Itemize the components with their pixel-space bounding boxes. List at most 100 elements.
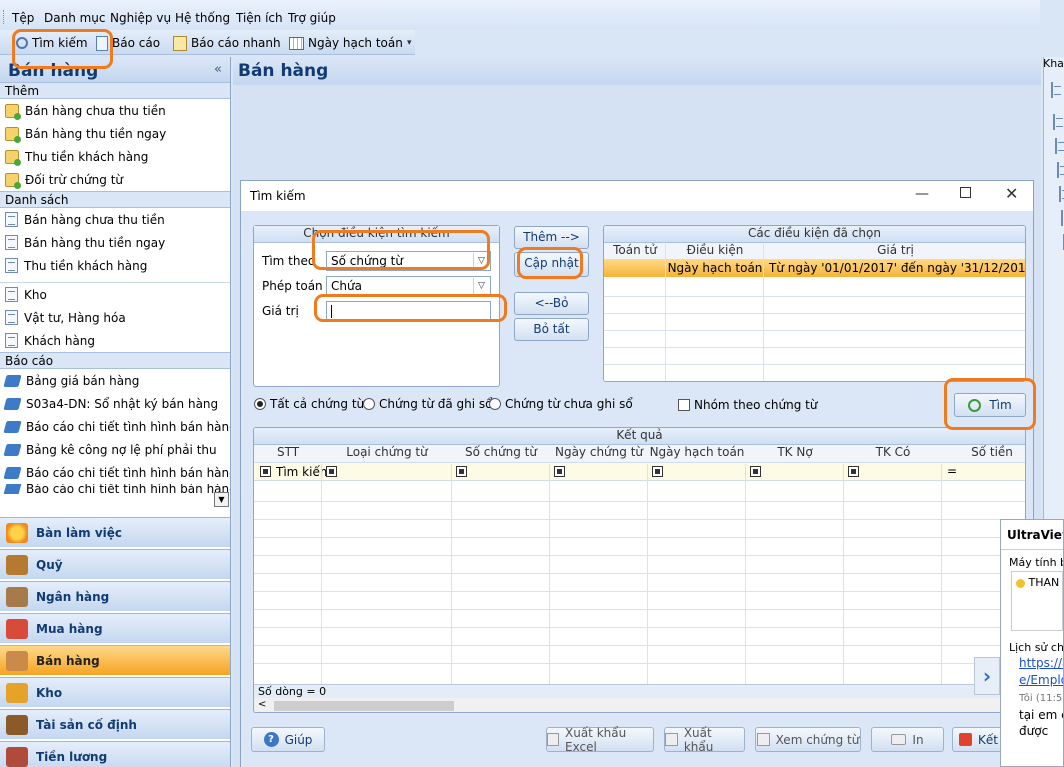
selected-panel-header: Các điều kiện đã chọn xyxy=(604,226,1025,243)
col-stt[interactable]: STT xyxy=(254,445,322,462)
left-item-collect-customer[interactable]: Thu tiền khách hàng xyxy=(0,145,230,168)
document-icon xyxy=(5,310,18,325)
nav-label: Quỹ xyxy=(36,557,63,572)
excel-icon xyxy=(547,733,559,746)
document-icon[interactable] xyxy=(1051,82,1053,98)
help-button[interactable]: ? Giúp xyxy=(251,727,325,752)
radio-unposted-vouchers[interactable]: Chứng từ chưa ghi sổ xyxy=(489,397,633,411)
nav-desk[interactable]: Bàn làm việc xyxy=(0,517,230,547)
export-label: Xuất khẩu xyxy=(683,725,714,754)
collapse-pane-button[interactable]: « xyxy=(214,62,222,77)
radio-all-vouchers[interactable]: Tất cả chứng từ xyxy=(254,397,364,411)
col-condition[interactable]: Điều kiện xyxy=(666,243,764,260)
chevron-down-icon[interactable]: ▽ xyxy=(473,278,489,294)
group-header-add[interactable]: Thêm xyxy=(0,82,230,99)
menu-catalog[interactable]: Danh mục xyxy=(44,11,106,25)
left-report-price-list[interactable]: Bảng giá bán hàng xyxy=(0,369,230,392)
ultraviewer-expand-chevron-icon[interactable]: › xyxy=(974,657,1000,695)
left-report-sales-more[interactable]: Báo cáo chi tiết tình hình bán hàng... xyxy=(0,484,230,494)
col-operator[interactable]: Toán tử xyxy=(604,243,666,260)
menu-grip xyxy=(3,10,6,24)
left-item-label: Bán hàng thu tiền ngay xyxy=(24,235,166,250)
document-icon[interactable] xyxy=(1055,138,1057,154)
filter-icon[interactable] xyxy=(652,466,663,477)
document-icon[interactable] xyxy=(1057,162,1059,178)
left-report-sales-returns[interactable]: Báo cáo chi tiết tình hình bán hàng, trả… xyxy=(0,461,230,484)
report-list-scroll-down[interactable]: ▼ xyxy=(214,492,229,507)
nav-purchase[interactable]: Mua hàng xyxy=(0,613,230,643)
left-list-collect-customer[interactable]: Thu tiền khách hàng xyxy=(0,254,230,277)
menu-help[interactable]: Trợ giúp xyxy=(288,11,336,25)
left-report-sales-detail[interactable]: Báo cáo chi tiết tình hình bán hàng, chi… xyxy=(0,415,230,438)
menu-operations[interactable]: Nghiệp vụ xyxy=(110,11,171,25)
remove-all-button[interactable]: Bỏ tất xyxy=(514,318,589,341)
scrollbar-thumb[interactable] xyxy=(274,701,454,711)
document-icon[interactable] xyxy=(1053,114,1055,130)
menu-file[interactable]: Tệp xyxy=(12,11,34,25)
filter-icon[interactable] xyxy=(456,466,467,477)
col-voucher-date[interactable]: Ngày chứng từ xyxy=(550,445,648,462)
nav-bank[interactable]: Ngân hàng xyxy=(0,581,230,611)
col-value[interactable]: Giá trị xyxy=(764,243,1025,260)
close-icon[interactable]: ✕ xyxy=(1005,184,1018,203)
left-list-customers[interactable]: Khách hàng xyxy=(0,329,230,352)
nav-fixed-assets[interactable]: Tài sản cố định xyxy=(0,709,230,739)
left-report-sales-journal[interactable]: S03a4-DN: Sổ nhật ký bán hàng xyxy=(0,392,230,415)
add-condition-button[interactable]: Thêm --> xyxy=(514,226,589,249)
export-button[interactable]: Xuất khẩu xyxy=(664,725,745,754)
document-icon[interactable] xyxy=(1059,186,1061,202)
filter-icon[interactable] xyxy=(260,466,271,477)
col-credit-account[interactable]: TK Có xyxy=(844,445,942,462)
filter-icon[interactable] xyxy=(750,466,761,477)
remove-condition-button[interactable]: <--Bỏ xyxy=(514,292,589,315)
menu-utilities[interactable]: Tiện ích xyxy=(236,11,283,25)
group-by-voucher-checkbox[interactable]: Nhóm theo chứng từ xyxy=(678,398,817,412)
ultraviewer-window: UltraView Máy tính bạ THAN Lịch sử cha h… xyxy=(1000,519,1064,767)
left-item-sale-cash[interactable]: Bán hàng thu tiền ngay xyxy=(0,122,230,145)
col-posting-date[interactable]: Ngày hạch toán xyxy=(648,445,746,462)
left-item-sale-unpaid[interactable]: Bán hàng chưa thu tiền xyxy=(0,99,230,122)
nav-payroll[interactable]: Tiền lương xyxy=(0,741,230,767)
col-voucher-number[interactable]: Số chứng từ xyxy=(452,445,550,462)
menu-system[interactable]: Hệ thống xyxy=(175,11,230,25)
horizontal-scrollbar[interactable]: < xyxy=(254,698,1025,712)
group-header-list[interactable]: Danh sách xyxy=(0,191,230,208)
scroll-left-icon[interactable]: < xyxy=(258,699,266,710)
toolbar-posting-date-button[interactable]: Ngày hạch toán xyxy=(289,34,403,52)
left-report-fee-debts[interactable]: Bảng kê công nợ lệ phí phải thu xyxy=(0,438,230,461)
left-list-warehouse[interactable]: Kho xyxy=(0,283,230,306)
operator-select[interactable]: Chứa ▽ xyxy=(326,276,491,296)
print-button[interactable]: In xyxy=(871,727,944,752)
nav-cash[interactable]: Quỹ xyxy=(0,549,230,579)
bank-icon xyxy=(6,586,28,607)
minimize-icon[interactable]: — xyxy=(915,186,929,202)
left-item-offset-voucher[interactable]: Đối trừ chứng từ xyxy=(0,168,230,191)
left-list-sale-unpaid[interactable]: Bán hàng chưa thu tiền xyxy=(0,208,230,231)
ultraviewer-link[interactable]: e/Emplo xyxy=(1019,673,1063,687)
toolbar-overflow-icon[interactable]: ▾ xyxy=(407,38,412,48)
col-amount[interactable]: Số tiền xyxy=(942,445,1025,462)
filter-icon[interactable] xyxy=(554,466,565,477)
filter-equals-operator[interactable]: = xyxy=(947,464,957,478)
maximize-icon[interactable] xyxy=(960,187,971,198)
printer-icon xyxy=(891,734,907,745)
filter-icon[interactable] xyxy=(848,466,859,477)
nav-warehouse[interactable]: Kho xyxy=(0,677,230,707)
radio-posted-vouchers[interactable]: Chứng từ đã ghi sổ xyxy=(363,397,493,411)
left-list-goods[interactable]: Vật tư, Hàng hóa xyxy=(0,306,230,329)
nav-sales[interactable]: Bán hàng xyxy=(0,645,230,675)
document-icon[interactable] xyxy=(1061,210,1063,226)
filter-icon[interactable] xyxy=(326,466,337,477)
nav-label: Tài sản cố định xyxy=(36,717,137,732)
col-voucher-type[interactable]: Loại chứng từ xyxy=(322,445,452,462)
selected-row[interactable]: Ngày hạch toán Từ ngày '01/01/2017' đến … xyxy=(604,260,1025,277)
left-list-sale-cash[interactable]: Bán hàng thu tiền ngay xyxy=(0,231,230,254)
col-debit-account[interactable]: TK Nợ xyxy=(746,445,844,462)
view-voucher-button[interactable]: Xem chứng từ xyxy=(755,727,861,752)
export-excel-button[interactable]: Xuất khẩu Excel xyxy=(546,726,654,754)
results-panel-header: Kết quả xyxy=(254,428,1025,445)
group-header-report[interactable]: Báo cáo xyxy=(0,352,230,369)
ultraviewer-link[interactable]: https://a xyxy=(1019,656,1063,670)
ultraviewer-peer[interactable]: THAN xyxy=(1029,576,1060,589)
toolbar-quick-report-button[interactable]: Báo cáo nhanh xyxy=(173,34,281,52)
